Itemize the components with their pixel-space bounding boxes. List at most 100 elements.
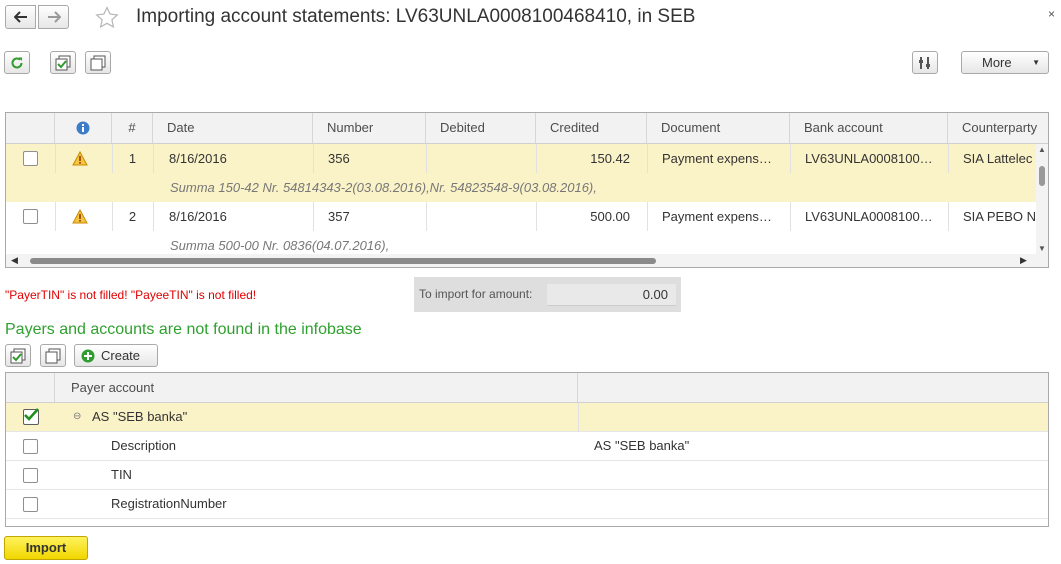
back-button[interactable] [5,5,36,29]
window-title: Importing account statements: LV63UNLA00… [136,6,696,27]
scroll-right-icon[interactable]: ▶ [1020,255,1027,266]
row-doc-number: 357 [328,209,350,224]
row-date: 8/16/2016 [169,209,227,224]
import-sum-panel: To import for amount: 0.00 [414,277,681,312]
row-doc-number: 356 [328,151,350,166]
column-debited[interactable]: Debited [426,113,536,143]
table-row[interactable]: 2 8/16/2016 357 500.00 Payment expens… L… [6,202,1036,260]
divider [153,144,154,173]
scroll-thumb[interactable] [1039,166,1045,186]
uncheck-all-payers-button[interactable] [40,344,66,367]
column-counterparty[interactable]: Counterparty [948,113,1048,143]
scroll-down-icon[interactable]: ▼ [1038,244,1046,253]
warning-icon [72,151,88,166]
refresh-button[interactable] [4,51,30,74]
row-num: 2 [128,209,137,224]
horizontal-scrollbar[interactable]: ◀ ▶ [6,254,1048,267]
header-info-column[interactable] [55,113,112,143]
forward-button[interactable] [38,5,69,29]
row-num: 1 [128,151,137,166]
row-credited: 150.42 [590,151,630,166]
tree-item-row[interactable]: RegistrationNumber [6,490,1048,519]
uncheck-all-icon [90,55,106,70]
import-sum-value: 0.00 [547,284,676,306]
header-check-column[interactable] [6,373,55,402]
check-all-icon [55,55,71,70]
row-counterparty: SIA Lattelec [963,151,1033,166]
divider [578,403,579,432]
favorite-star-icon[interactable] [95,6,119,32]
tree-item-row[interactable]: TIN [6,461,1048,490]
row-checkbox[interactable] [23,439,38,454]
divider [790,144,791,173]
create-button[interactable]: Create [74,344,158,367]
item-value: AS "SEB banka" [594,438,690,453]
group-checkbox[interactable] [23,408,39,425]
tools-icon [919,56,930,69]
column-date[interactable]: Date [153,113,313,143]
divider [55,144,56,173]
more-button-label: More [982,55,1012,70]
close-icon[interactable]: × [1048,7,1055,21]
divider [55,202,56,231]
divider [647,202,648,231]
check-all-button[interactable] [50,51,76,74]
error-message: "PayerTIN" is not filled! "PayeeTIN" is … [5,288,257,302]
import-button[interactable]: Import [4,536,88,560]
payers-tree[interactable]: Payer account ⊖ AS "SEB banka" Descripti… [5,372,1049,527]
row-checkbox[interactable] [23,209,38,224]
check-all-payers-button[interactable] [5,344,31,367]
column-credited[interactable]: Credited [536,113,647,143]
statements-table-header: # Date Number Debited Credited Document … [6,113,1048,144]
row-debited [426,202,529,231]
uncheck-all-icon [45,348,61,363]
collapse-icon[interactable]: ⊖ [73,403,81,431]
scroll-left-icon[interactable]: ◀ [11,255,18,266]
divider [647,144,648,173]
import-sum-label: To import for amount: [419,287,533,301]
divider [313,202,314,231]
vertical-scrollbar[interactable]: ▲ ▼ [1036,144,1048,254]
tree-group-row[interactable]: ⊖ AS "SEB banka" [6,403,1048,432]
info-icon [76,121,90,135]
item-label: RegistrationNumber [111,496,227,511]
payers-tree-header: Payer account [6,373,1048,403]
divider [948,144,949,173]
statements-table[interactable]: # Date Number Debited Credited Document … [5,112,1049,268]
checkmark-icon [24,408,39,421]
tree-item-row[interactable]: Description AS "SEB banka" [6,432,1048,461]
settings-button[interactable] [912,51,938,74]
plus-circle-icon [81,349,95,362]
item-label: TIN [111,467,132,482]
row-checkbox[interactable] [23,151,38,166]
divider [948,202,949,231]
row-payment-purpose: Summa 150-42 Nr. 54814343-2(03.08.2016),… [170,180,597,195]
column-number[interactable]: # [112,113,153,143]
column-value[interactable] [578,373,1048,402]
group-label: AS "SEB banka" [92,409,188,424]
row-date: 8/16/2016 [169,151,227,166]
create-button-label: Create [101,348,141,363]
row-checkbox[interactable] [23,497,38,512]
scroll-thumb[interactable] [30,258,656,264]
arrow-right-icon [47,11,61,23]
table-row[interactable]: 1 8/16/2016 356 150.42 Payment expens… L… [6,144,1036,202]
scroll-up-icon[interactable]: ▲ [1038,145,1046,154]
section-title: Payers and accounts are not found in the… [5,321,362,338]
column-document[interactable]: Document [647,113,790,143]
column-bank-account[interactable]: Bank account [790,113,948,143]
divider [153,202,154,231]
column-payer-account[interactable]: Payer account [55,373,578,402]
column-doc-number[interactable]: Number [313,113,426,143]
row-bank-account: LV63UNLA0008100… [805,209,933,224]
more-button[interactable]: More ▼ [961,51,1049,74]
row-counterparty: SIA PEBO N [963,209,1036,224]
refresh-icon [11,56,23,68]
row-debited [426,144,529,173]
item-label: Description [111,438,177,453]
row-bank-account: LV63UNLA0008100… [805,151,933,166]
header-check-column[interactable] [6,113,55,143]
row-checkbox[interactable] [23,468,38,483]
check-all-icon [10,348,26,363]
uncheck-all-button[interactable] [85,51,111,74]
